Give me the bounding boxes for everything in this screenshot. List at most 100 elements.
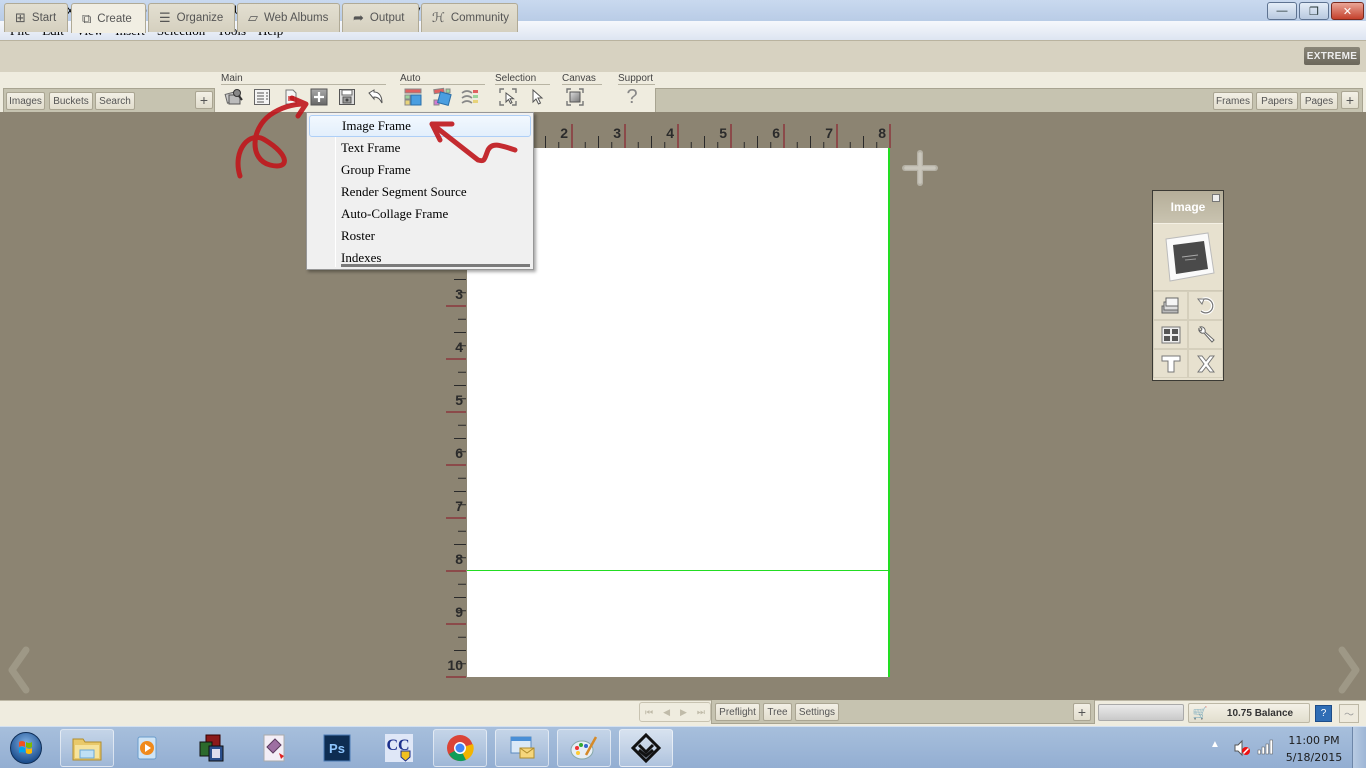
group-label-auto: Auto — [400, 73, 421, 84]
taskbar-window-app[interactable] — [185, 729, 239, 767]
text-icon — [1161, 355, 1180, 372]
pointer-button[interactable] — [526, 87, 548, 107]
mail-icon — [510, 736, 535, 759]
taskbar-ebook-app[interactable] — [247, 729, 301, 767]
undo-button[interactable] — [364, 87, 386, 107]
image-preview[interactable] — [1153, 223, 1223, 291]
tab-tree[interactable]: Tree — [763, 703, 792, 721]
tab-organize[interactable]: ☰ Organize — [148, 3, 235, 32]
menu-item-group-frame[interactable]: Group Frame — [309, 159, 531, 181]
tab-web-albums[interactable]: ▱ Web Albums — [237, 3, 340, 32]
tab-pages[interactable]: Pages — [1300, 92, 1338, 110]
network-signal-icon[interactable] — [1257, 739, 1275, 755]
taskbar-file-explorer[interactable] — [60, 729, 114, 767]
taskbar-cc-app[interactable]: CC — [372, 729, 426, 767]
select-area-button[interactable] — [497, 87, 519, 107]
last-page-icon[interactable]: ⏭ — [697, 707, 705, 718]
save-button[interactable] — [336, 87, 358, 107]
next-page-icon[interactable]: ▶ — [680, 707, 687, 718]
start-button[interactable] — [6, 729, 46, 767]
taskbar-mail-app[interactable] — [495, 729, 549, 767]
group-divider — [221, 84, 386, 85]
prev-page-icon[interactable]: ◀ — [663, 707, 670, 718]
tab-settings[interactable]: Settings — [795, 703, 839, 721]
menu-scrollbar[interactable] — [341, 264, 530, 267]
properties-button[interactable] — [251, 87, 273, 107]
grid-layout-icon — [1161, 326, 1180, 343]
rotate-button[interactable] — [1188, 291, 1223, 320]
next-page-button[interactable] — [1334, 640, 1364, 700]
horizontal-guide-line[interactable] — [467, 570, 890, 571]
info-icon: ? — [1320, 708, 1327, 719]
taskbar-media-player[interactable] — [121, 729, 175, 767]
tab-start[interactable]: ⊞ Start — [4, 3, 68, 32]
find-images-button[interactable] — [223, 87, 245, 107]
auto-flow-button[interactable] — [459, 87, 481, 107]
paste-button[interactable] — [280, 87, 302, 107]
taskbar-chrome[interactable] — [433, 729, 487, 767]
taskbar-paint-app[interactable] — [557, 729, 611, 767]
tab-buckets[interactable]: Buckets — [49, 92, 93, 110]
widget-close-button[interactable] — [1212, 194, 1220, 202]
ruler-label: 4 — [666, 125, 674, 141]
info-button[interactable]: ? — [1315, 705, 1332, 722]
folder-icon — [72, 738, 102, 761]
delete-button[interactable] — [1188, 349, 1223, 378]
right-panel-add-button[interactable]: + — [1341, 91, 1359, 109]
ruler-label: 3 — [455, 286, 463, 302]
tab-images[interactable]: Images — [6, 92, 45, 110]
menu-item-text-frame[interactable]: Text Frame — [309, 137, 531, 159]
canvas-fit-button[interactable] — [564, 87, 586, 107]
tab-label: Start — [31, 12, 57, 24]
balance-button[interactable]: 🛒 10.75 Balance — [1188, 703, 1310, 723]
arrow-icon: ➦ — [353, 10, 364, 25]
auto-collage-button[interactable] — [431, 87, 453, 107]
ruler-label: 10 — [447, 657, 463, 673]
menu-item-auto-collage-frame[interactable]: Auto-Collage Frame — [309, 203, 531, 225]
widget-header[interactable]: Image — [1153, 191, 1223, 223]
taskbar-photoshop[interactable]: Ps — [310, 729, 364, 767]
insert-frame-icon — [310, 88, 328, 106]
group-divider — [562, 84, 602, 85]
tab-output[interactable]: ➦ Output — [342, 3, 419, 32]
insert-frame-button[interactable] — [308, 87, 330, 107]
first-page-icon[interactable]: ⏮ — [645, 707, 653, 718]
cart-icon: 🛒 — [1192, 706, 1208, 720]
show-hidden-icons-button[interactable]: ▲ — [1210, 739, 1220, 750]
paste-icon — [285, 89, 297, 105]
auto-layout-button[interactable] — [402, 87, 424, 107]
volume-muted-icon[interactable] — [1233, 739, 1251, 757]
tab-preflight[interactable]: Preflight — [715, 703, 760, 721]
tab-search[interactable]: Search — [95, 92, 135, 110]
tab-papers[interactable]: Papers — [1256, 92, 1298, 110]
group-label-main: Main — [221, 73, 243, 84]
taskbar-lumapix-app[interactable] — [619, 729, 673, 767]
add-text-button[interactable] — [1153, 349, 1188, 378]
menu-item-roster[interactable]: Roster — [309, 225, 531, 247]
ruler-label: 3 — [613, 125, 621, 141]
activity-button[interactable]: 〜 — [1339, 704, 1359, 723]
menu-item-render-segment-source[interactable]: Render Segment Source — [309, 181, 531, 203]
add-page-button[interactable] — [900, 148, 940, 188]
bottom-add-button[interactable]: + — [1073, 703, 1091, 721]
layers-button[interactable] — [1153, 291, 1188, 320]
minimize-button[interactable]: — — [1267, 2, 1297, 20]
show-desktop-button[interactable] — [1352, 727, 1366, 768]
tab-label: Community — [450, 12, 510, 24]
photoshop-icon: Ps — [323, 734, 351, 762]
clock-time: 11:00 PM — [1288, 734, 1340, 747]
close-button[interactable]: ✕ — [1331, 2, 1364, 20]
restore-button[interactable]: ❐ — [1299, 2, 1329, 20]
widget-title: Image — [1170, 200, 1206, 214]
help-button[interactable]: ? — [621, 86, 643, 108]
tab-create[interactable]: ⧉ Create — [71, 3, 146, 33]
left-panel-add-button[interactable]: + — [195, 91, 213, 109]
settings-wrench-button[interactable] — [1188, 320, 1223, 349]
tab-frames[interactable]: Frames — [1213, 92, 1253, 110]
grid-layout-button[interactable] — [1153, 320, 1188, 349]
system-clock[interactable]: 11:00 PM 5/18/2015 — [1283, 732, 1345, 766]
wrench-icon — [1197, 325, 1215, 343]
previous-page-button[interactable] — [4, 640, 34, 700]
menu-item-image-frame[interactable]: Image Frame — [309, 115, 531, 137]
tab-community[interactable]: ℋ Community — [421, 3, 518, 32]
